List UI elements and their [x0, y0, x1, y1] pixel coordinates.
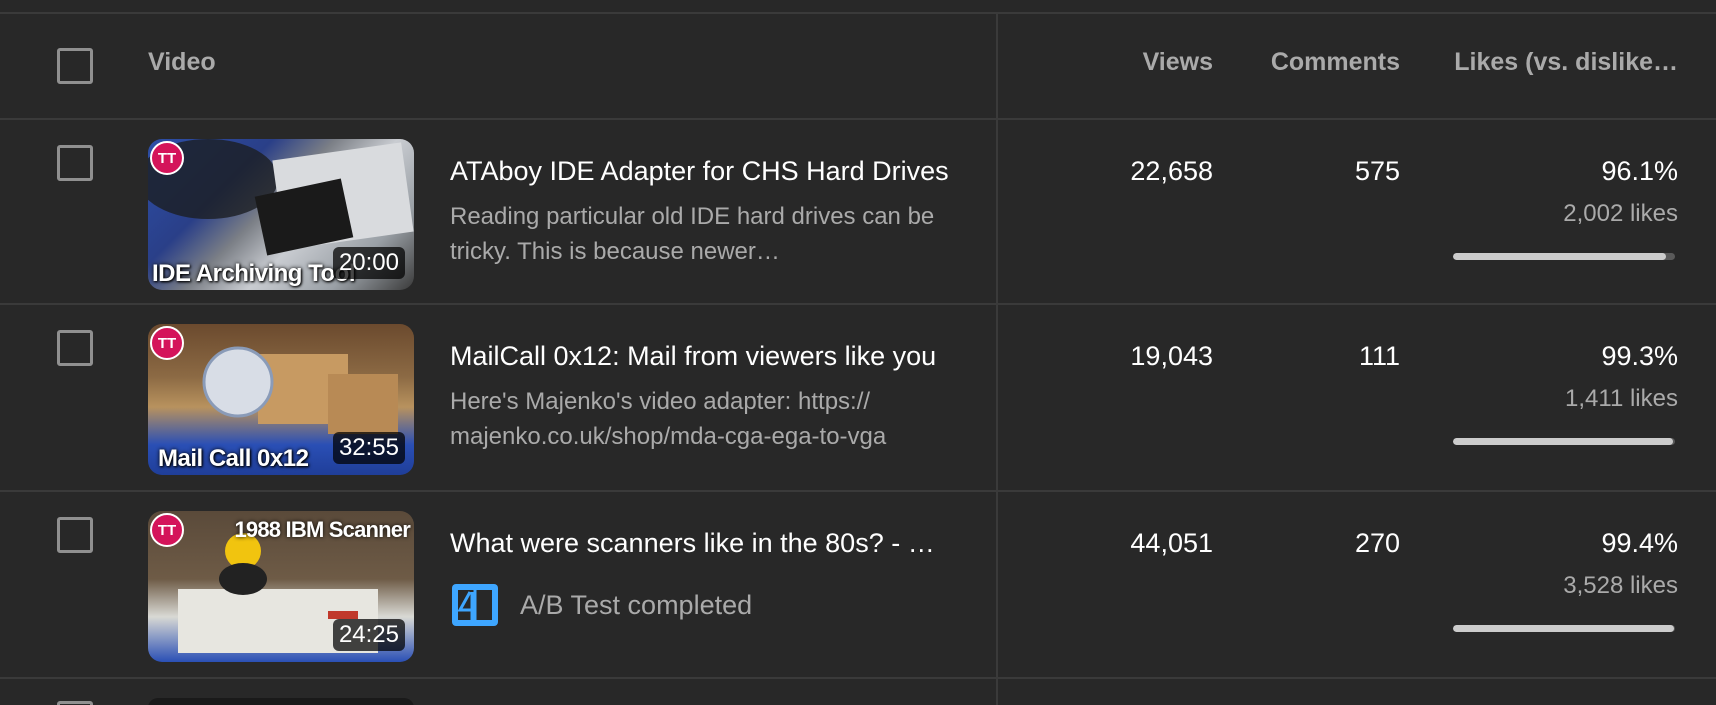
video-description: Here's Majenko's video adapter: https://…	[450, 388, 887, 450]
table-row[interactable]: TT 1988 IBM Scanner 24:25 What were scan…	[0, 492, 1716, 677]
table-row[interactable]: TT Mail Call 0x12 32:55 MailCall 0x12: M…	[0, 305, 1716, 490]
table-row[interactable]: TT IDE Archiving Tool 20:00 ATAboy IDE A…	[0, 120, 1716, 305]
video-duration: 24:25	[332, 619, 405, 651]
channel-avatar: TT	[150, 326, 184, 360]
header-video[interactable]: Video	[148, 48, 216, 77]
likes-ratio-fill	[1453, 438, 1674, 445]
channel-avatar: TT	[150, 513, 184, 547]
top-border	[0, 12, 1716, 14]
ab-test-label: A/B Test completed	[520, 589, 753, 620]
views-value: 44,051	[1130, 528, 1213, 558]
video-description: Reading particular old IDE hard drives c…	[450, 203, 935, 265]
likes-count: 2,002 likes	[1563, 200, 1678, 227]
channel-avatar: TT	[150, 141, 184, 175]
row-checkbox[interactable]	[57, 145, 93, 181]
likes-ratio-fill	[1453, 253, 1667, 260]
likes-percent: 99.3%	[1601, 341, 1678, 371]
video-thumbnail[interactable]: TT Mail Call 0x12 32:55	[148, 324, 414, 475]
row-checkbox[interactable]	[57, 330, 93, 366]
likes-percent: 99.4%	[1601, 528, 1678, 558]
video-duration: 20:00	[332, 247, 405, 279]
views-value: 22,658	[1130, 156, 1213, 186]
video-thumbnail[interactable]	[148, 698, 414, 705]
comments-value: 111	[1358, 341, 1400, 371]
video-thumbnail[interactable]: TT 1988 IBM Scanner 24:25	[148, 511, 414, 662]
ab-test-status[interactable]: A/B Test completed	[450, 582, 752, 628]
table-row[interactable]	[0, 679, 1716, 705]
comments-value: 575	[1354, 156, 1400, 186]
video-thumbnail[interactable]: TT IDE Archiving Tool 20:00	[148, 139, 414, 290]
video-duration: 32:55	[332, 432, 405, 464]
likes-count: 3,528 likes	[1563, 572, 1678, 599]
views-value: 19,043	[1130, 341, 1213, 371]
likes-percent: 96.1%	[1601, 156, 1678, 186]
row-checkbox[interactable]	[57, 517, 93, 553]
likes-ratio-bar	[1453, 438, 1675, 445]
video-title[interactable]: MailCall 0x12: Mail from viewers like yo…	[450, 341, 962, 372]
row-checkbox[interactable]	[57, 701, 93, 705]
header-views[interactable]: Views	[1143, 48, 1213, 77]
select-all-checkbox[interactable]	[57, 48, 93, 84]
video-title[interactable]: ATAboy IDE Adapter for CHS Hard Drives	[450, 156, 962, 187]
header-likes[interactable]: Likes (vs. dislike…	[1454, 48, 1678, 77]
likes-ratio-fill	[1453, 625, 1674, 632]
video-title[interactable]: What were scanners like in the 80s? - …	[450, 528, 962, 559]
ab-test-icon	[452, 584, 498, 626]
likes-ratio-bar	[1453, 253, 1675, 260]
likes-count: 1,411 likes	[1565, 385, 1678, 412]
thumbnail-caption: 1988 IBM Scanner	[234, 517, 410, 542]
thumbnail-caption: Mail Call 0x12	[158, 445, 309, 472]
header-comments[interactable]: Comments	[1271, 48, 1400, 77]
thumbnail-caption: IDE Archiving Tool	[152, 260, 356, 287]
likes-ratio-bar	[1453, 625, 1675, 632]
comments-value: 270	[1354, 528, 1400, 558]
